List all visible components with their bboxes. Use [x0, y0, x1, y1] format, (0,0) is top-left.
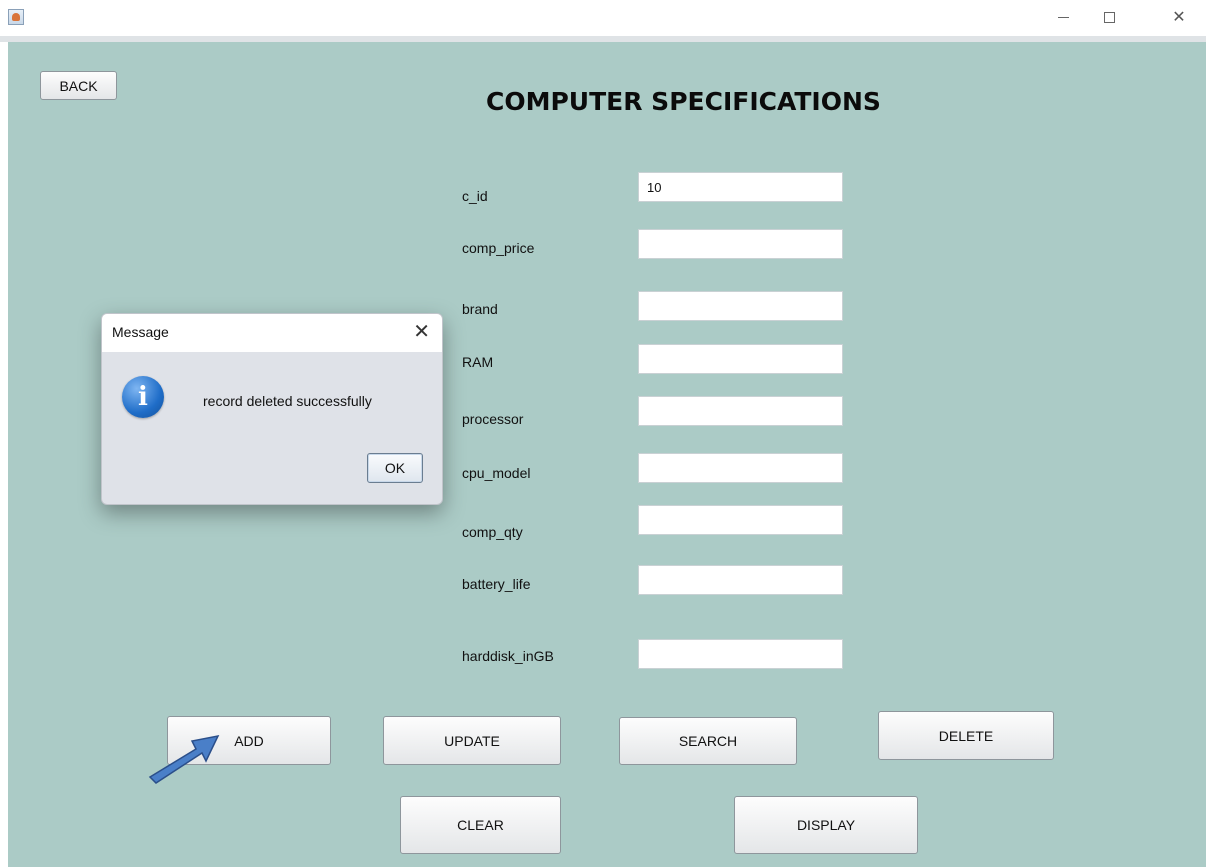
dialog-close-icon[interactable]: ✕	[413, 320, 430, 344]
display-button[interactable]: DISPLAY	[734, 796, 918, 854]
ram-input[interactable]	[638, 344, 843, 374]
label-cpu-model: cpu_model	[462, 465, 531, 481]
minimize-icon	[1057, 16, 1069, 18]
label-processor: processor	[462, 411, 524, 427]
window-close-button[interactable]: ✕	[1156, 0, 1202, 34]
maximize-icon	[1103, 11, 1115, 23]
cpu-model-input[interactable]	[638, 453, 843, 483]
page-title: COMPUTER SPECIFICATIONS	[486, 87, 881, 116]
search-button[interactable]: SEARCH	[619, 717, 797, 765]
label-comp-qty: comp_qty	[462, 524, 523, 540]
info-icon: i	[122, 376, 164, 418]
update-button[interactable]: UPDATE	[383, 716, 561, 765]
close-icon: ✕	[1172, 9, 1186, 26]
clear-button[interactable]: CLEAR	[400, 796, 561, 854]
window-titlebar: ✕	[0, 0, 1206, 36]
back-button[interactable]: BACK	[40, 71, 117, 100]
label-harddisk-ingb: harddisk_inGB	[462, 648, 554, 664]
minimize-button[interactable]	[1040, 0, 1086, 34]
maximize-button[interactable]	[1086, 0, 1132, 34]
battery-life-input[interactable]	[638, 565, 843, 595]
brand-input[interactable]	[638, 291, 843, 321]
c-id-input[interactable]: 10	[638, 172, 843, 202]
dialog-titlebar: Message ✕	[102, 314, 442, 352]
label-battery-life: battery_life	[462, 576, 531, 592]
comp-price-input[interactable]	[638, 229, 843, 259]
pointer-arrow-icon	[148, 734, 220, 784]
delete-button[interactable]: DELETE	[878, 711, 1054, 760]
harddisk-ingb-input[interactable]	[638, 639, 843, 669]
dialog-title: Message	[112, 324, 169, 340]
comp-qty-input[interactable]	[638, 505, 843, 535]
java-app-icon	[8, 9, 24, 25]
label-ram: RAM	[462, 354, 494, 370]
message-dialog: Message ✕ i record deleted successfully …	[101, 313, 443, 505]
processor-input[interactable]	[638, 396, 843, 426]
dialog-message: record deleted successfully	[203, 393, 372, 409]
label-c-id: c_id	[462, 188, 488, 204]
label-comp-price: comp_price	[462, 240, 535, 256]
ok-button[interactable]: OK	[367, 453, 423, 483]
label-brand: brand	[462, 301, 498, 317]
